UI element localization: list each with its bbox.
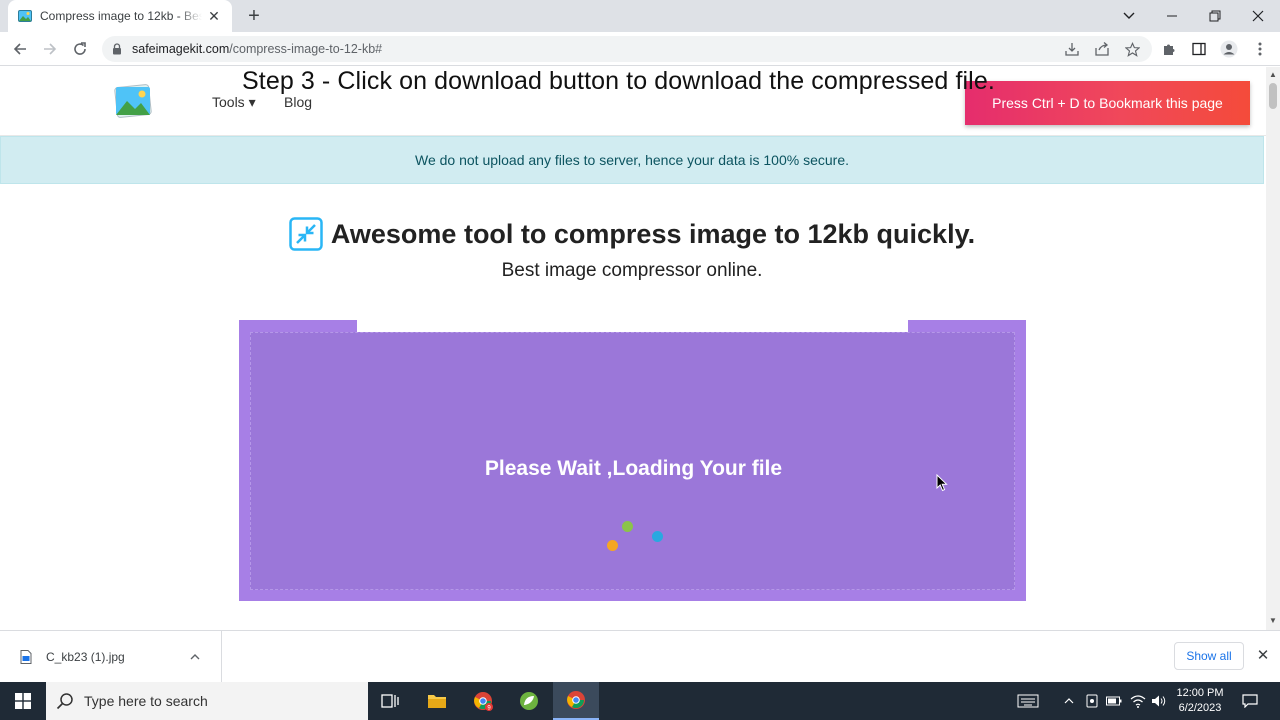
spring-app-icon[interactable] [506,682,552,720]
close-window-icon[interactable] [1246,4,1270,28]
tutorial-caption: Step 3 - Click on download button to dow… [242,67,995,95]
browser-menu-icon[interactable] [1250,39,1270,59]
url-text: safeimagekit.com/compress-image-to-12-kb… [132,42,382,56]
forward-arrow-icon[interactable] [38,37,62,61]
url-path: /compress-image-to-12-kb# [229,42,383,56]
restore-icon[interactable] [1203,4,1227,28]
battery-icon[interactable] [1104,682,1124,720]
download-item[interactable]: C_kb23 (1).jpg [0,631,222,683]
meet-now-icon[interactable] [1083,682,1101,720]
extensions-puzzle-icon[interactable] [1159,39,1179,59]
loading-spinner-dot-blue [652,531,663,542]
chrome-profile-icon[interactable]: 9 [460,682,506,720]
clock-time: 12:00 PM [1176,687,1224,699]
image-icon [18,10,32,22]
minimize-icon[interactable] [1160,4,1184,28]
url-host: safeimagekit.com [132,42,230,56]
loading-spinner-dot-green [622,521,633,532]
hero-title-row: Awesome tool to compress image to 12kb q… [289,217,975,251]
profile-avatar-icon[interactable] [1219,39,1239,59]
install-app-icon[interactable] [1062,39,1082,59]
page-scrollbar[interactable]: ▲ ▼ [1266,67,1280,630]
chrome-active-icon[interactable] [553,682,599,720]
nav-blog-link[interactable]: Blog [284,94,312,110]
tab-search-icon[interactable] [1117,4,1141,28]
wifi-icon[interactable] [1128,682,1148,720]
file-icon [20,650,32,664]
nav-tools-dropdown[interactable]: Tools ▾ [212,94,256,111]
windows-taskbar: Type here to search 9 12:00 PM 6/2/2023 [0,682,1280,720]
clock-date: 6/2/2023 [1178,702,1222,714]
scroll-up-arrow-icon[interactable]: ▲ [1269,71,1277,79]
side-panel-icon[interactable] [1189,39,1209,59]
bookmark-page-button[interactable]: Press Ctrl + D to Bookmark this page [965,81,1250,125]
download-shelf: C_kb23 (1).jpg Show all ✕ [0,630,1280,683]
keyboard-icon[interactable] [1014,682,1042,720]
browser-toolbar: safeimagekit.com/compress-image-to-12-kb… [0,32,1280,66]
lock-icon [113,43,121,55]
security-notice: We do not upload any files to server, he… [0,136,1264,184]
system-clock[interactable]: 12:00 PM 6/2/2023 [1170,686,1230,716]
task-view-icon[interactable] [367,682,413,720]
taskbar-search-box[interactable]: Type here to search [46,682,368,720]
bookmark-star-icon[interactable] [1122,39,1142,59]
download-file-name: C_kb23 (1).jpg [46,650,125,664]
scroll-down-arrow-icon[interactable]: ▼ [1269,617,1277,625]
file-dropzone[interactable]: Please Wait ,Loading Your file [239,320,1026,601]
back-arrow-icon[interactable] [8,37,32,61]
page-subtitle: Best image compressor online. [501,260,763,281]
dropzone-tab-cutout [357,320,908,332]
notifications-icon[interactable] [1238,682,1262,720]
show-all-downloads-button[interactable]: Show all [1174,642,1244,670]
page-viewport: Tools ▾ Blog Press Ctrl + D to Bookmark … [0,67,1266,630]
volume-icon[interactable] [1149,682,1169,720]
share-icon[interactable] [1092,39,1112,59]
search-icon [56,693,73,710]
loading-spinner-dot-orange [607,540,618,551]
tray-chevron-up-icon[interactable] [1060,682,1078,720]
tab-strip: Compress image to 12kb - Best Image Comp… [0,0,1280,32]
browser-tab[interactable]: Compress image to 12kb - Best Image Comp… [8,0,232,32]
scrollbar-thumb[interactable] [1269,83,1277,109]
windows-start-icon[interactable] [0,682,46,720]
tab-title: Compress image to 12kb - Best Image Comp… [40,9,202,23]
address-bar[interactable]: safeimagekit.com/compress-image-to-12-kb… [102,36,1152,62]
compress-arrows-icon [289,217,323,251]
chevron-up-icon[interactable] [183,651,207,663]
new-tab-button[interactable]: + [244,6,264,26]
hero-section: Awesome tool to compress image to 12kb q… [0,217,1264,282]
mouse-cursor-icon [936,474,948,492]
close-tab-icon[interactable]: ✕ [206,8,222,24]
dropzone-inner-area[interactable]: Please Wait ,Loading Your file [250,332,1015,590]
picture-logo[interactable] [112,83,154,119]
file-explorer-icon[interactable] [414,682,460,720]
loading-message: Please Wait ,Loading Your file [484,457,783,480]
search-placeholder: Type here to search [84,693,208,709]
page-title: Awesome tool to compress image to 12kb q… [330,218,976,249]
reload-icon[interactable] [68,37,92,61]
close-shelf-icon[interactable]: ✕ [1254,647,1272,665]
